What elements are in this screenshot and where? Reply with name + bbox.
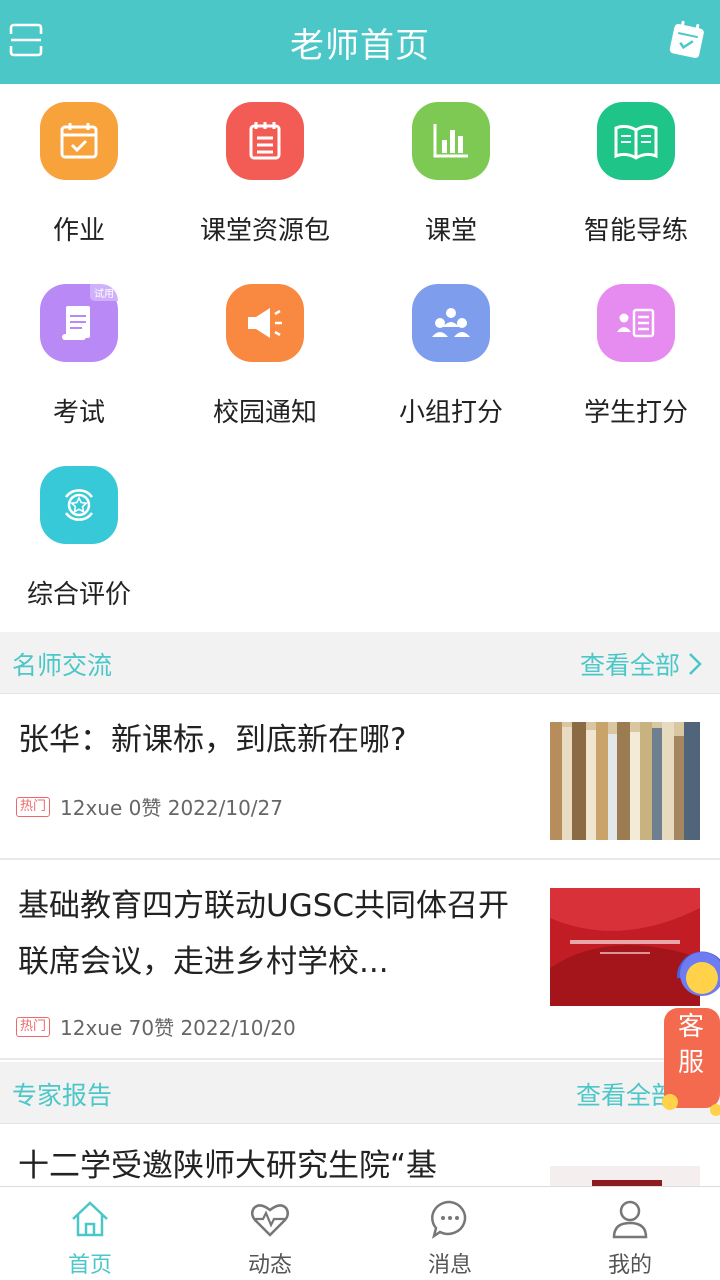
bottom-nav: 首页 动态 消息 我的 [0,1186,720,1280]
message-icon [431,1200,467,1239]
article-thumbnail [550,1166,700,1188]
grid-item-student-score[interactable]: 学生打分 [546,266,720,448]
article-card[interactable]: 十二学受邀陕师大研究生院“基 [0,1124,720,1194]
nav-profile[interactable]: 我的 [540,1187,720,1280]
profile-icon [612,1200,648,1239]
book-icon [597,102,675,180]
activity-heart-icon [251,1204,289,1237]
group-icon [412,284,490,362]
view-all-label: 查看全部 [579,651,680,680]
view-all-link[interactable]: 查看全部 [580,646,702,682]
grid-item-smart-practice[interactable]: 智能导练 [546,84,720,266]
nav-activity[interactable]: 动态 [180,1187,360,1280]
customer-service-button[interactable]: 客 服 [660,938,720,1118]
nav-messages[interactable]: 消息 [360,1187,540,1280]
student-list-icon [597,284,675,362]
trial-badge: 试用 [90,284,118,301]
top-bar: 老师首页 [0,0,720,84]
app: 老师首页 作业 课堂资源包 课堂 智能导练 试用 考试 校园通知 小组打分 学生… [0,0,720,1280]
section-title: 专家报告 [12,1081,113,1110]
section-header-experts: 专家报告 查看全部 [0,1062,720,1124]
calendar-icon[interactable] [668,20,706,60]
section-header-teachers: 名师交流 查看全部 [0,632,720,694]
article-meta-text: 12xue 0赞 2022/10/27 [60,796,283,820]
service-label-top: 客 [678,1012,705,1042]
megaphone-icon [226,284,304,362]
homework-icon [40,102,118,180]
nav-label: 消息 [427,1253,472,1278]
hot-tag: 热门 [16,1016,51,1037]
grid-item-evaluation[interactable]: 综合评价 [0,448,169,630]
exam-icon: 试用 [40,284,118,362]
grid-item-label: 作业 [52,216,105,246]
nav-label: 首页 [67,1253,112,1278]
grid-item-label: 课堂资源包 [199,216,330,246]
grid-item-group-score[interactable]: 小组打分 [361,266,541,448]
grid-item-campus-notice[interactable]: 校园通知 [175,266,355,448]
grid-item-homework[interactable]: 作业 [0,84,169,266]
article-meta-text: 12xue 70赞 2022/10/20 [60,1016,296,1040]
article-meta: 热门 12xue 70赞 2022/10/20 [16,1012,296,1041]
grid-item-label: 校园通知 [212,398,317,428]
section-title: 名师交流 [12,651,113,680]
resource-pack-icon [226,102,304,180]
service-label-bottom: 服 [678,1048,705,1078]
article-title: 基础教育四方联动UGSC共同体召开联席会议，走进乡村学校... [18,888,510,980]
grid-item-label: 考试 [52,398,105,428]
grid-item-resource-pack[interactable]: 课堂资源包 [175,84,355,266]
grid-item-label: 综合评价 [26,580,131,610]
nav-label: 动态 [247,1253,292,1278]
grid-item-label: 课堂 [424,216,477,246]
feature-grid: 作业 课堂资源包 课堂 智能导练 试用 考试 校园通知 小组打分 学生打分 综合… [0,84,720,632]
scan-icon[interactable] [8,22,44,58]
grid-item-label: 学生打分 [583,398,688,428]
chevron-right-icon [689,653,702,675]
grid-item-label: 小组打分 [398,398,503,428]
article-meta: 热门 12xue 0赞 2022/10/27 [16,792,283,821]
grid-item-label: 智能导练 [583,216,688,246]
article-title: 张华：新课标，到底新在哪? [18,722,407,758]
classroom-chart-icon [412,102,490,180]
home-icon [72,1201,108,1237]
nav-home[interactable]: 首页 [0,1187,180,1280]
article-card[interactable]: 张华：新课标，到底新在哪? 热门 12xue 0赞 2022/10/27 [0,694,720,860]
grid-item-exam[interactable]: 试用 考试 [0,266,169,448]
article-thumbnail [550,722,700,840]
article-card[interactable]: 基础教育四方联动UGSC共同体召开联席会议，走进乡村学校... 热门 12xue… [0,860,720,1060]
page-title: 老师首页 [290,25,430,66]
nav-label: 我的 [607,1253,652,1278]
star-evaluation-icon [40,466,118,544]
hot-tag: 热门 [16,796,51,817]
grid-item-classroom[interactable]: 课堂 [361,84,541,266]
